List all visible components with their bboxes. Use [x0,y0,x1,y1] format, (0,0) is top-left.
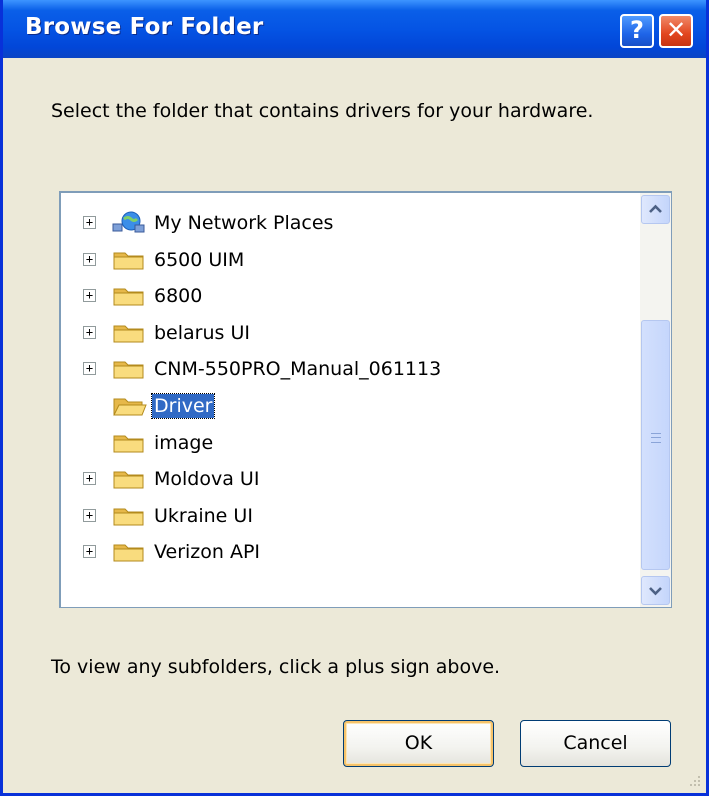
folder-tree[interactable]: + My Network Places +6500 UIM +6800 + belarus… [59,191,672,608]
folder-icon [113,435,144,453]
grip-icon [651,433,661,443]
tree-item-label: Verizon API [154,541,261,564]
tree-item[interactable]: + Moldova UI [61,461,638,497]
ok-button[interactable]: OK [343,720,494,767]
resize-grip-icon[interactable] [686,772,702,788]
browse-for-folder-dialog: Browse For Folder ? ✕ Select the folder … [0,0,709,796]
tree-item[interactable]: Driver [61,388,638,424]
tree-item[interactable]: + My Network Places [61,205,638,241]
expand-plus-icon[interactable]: + [83,362,96,376]
tree-item-label: Ukraine UI [154,504,253,527]
tree-item-label: Moldova UI [154,468,260,491]
network-places-icon [112,211,145,233]
tree-item-label: 6800 [154,285,203,308]
folder-icon [113,361,144,379]
folder-icon [113,325,144,343]
tree-item[interactable]: +6800 [61,278,638,314]
chevron-up-icon [649,204,662,213]
open-folder-icon [113,398,147,416]
instruction-text: Select the folder that contains drivers … [51,100,594,122]
tree-item[interactable]: + CNM-550PRO_Manual_061113 [61,351,638,387]
expand-plus-icon[interactable]: + [83,252,96,266]
expand-plus-icon[interactable]: + [83,545,96,559]
folder-icon [113,288,144,306]
folder-icon [113,252,144,270]
vertical-scrollbar[interactable] [640,193,671,607]
expand-plus-icon[interactable]: + [83,289,96,303]
tree-item[interactable]: + Ukraine UI [61,498,638,534]
scroll-thumb[interactable] [641,320,670,570]
folder-icon [113,471,144,489]
tree-item-label: My Network Places [154,212,334,234]
tree-item-label: CNM-550PRO_Manual_061113 [154,358,442,381]
tree-item-label: belarus UI [154,321,250,344]
close-button[interactable]: ✕ [659,14,693,48]
hint-text: To view any subfolders, click a plus sig… [51,656,501,678]
tree-item[interactable]: + Verizon API [61,534,638,570]
tree-item[interactable]: + belarus UI [61,315,638,351]
expand-plus-icon[interactable]: + [83,472,96,486]
tree-item-label: 6500 UIM [154,248,245,271]
folder-icon [113,544,144,562]
tree-item[interactable]: image [61,425,638,461]
expand-plus-icon[interactable]: + [83,216,96,229]
chevron-down-icon [649,587,662,596]
folder-icon [113,508,144,526]
scroll-up-button[interactable] [641,195,670,224]
window-title: Browse For Folder [25,14,264,40]
tree-item[interactable]: +6500 UIM [61,242,638,278]
title-bar[interactable]: Browse For Folder ? ✕ [3,0,706,58]
tree-item-label-selected: Driver [150,393,216,419]
help-button[interactable]: ? [620,14,654,48]
cancel-button[interactable]: Cancel [520,720,671,767]
expand-plus-icon[interactable]: + [83,508,96,522]
scroll-down-button[interactable] [641,576,670,605]
folder-tree-list: + My Network Places +6500 UIM +6800 + belarus… [61,193,638,607]
expand-plus-icon[interactable]: + [83,325,96,339]
tree-item-label: image [154,431,214,454]
